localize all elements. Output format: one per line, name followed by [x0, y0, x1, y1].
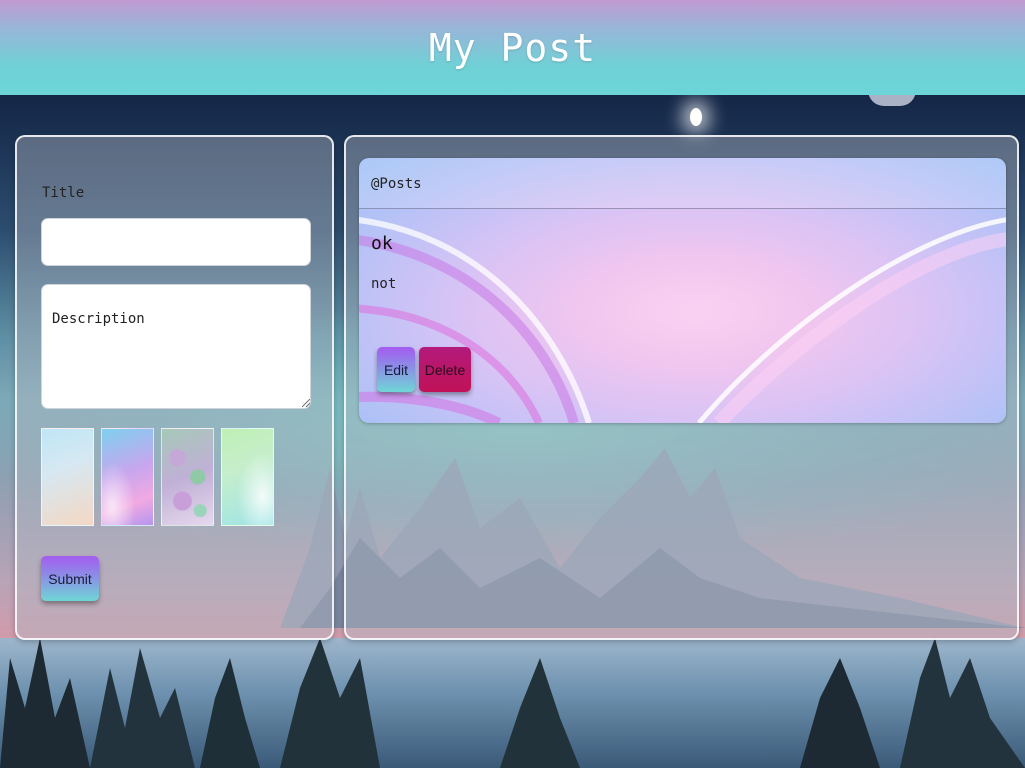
background-picker	[41, 428, 274, 526]
posts-header-label: @Posts	[371, 176, 422, 192]
edit-button[interactable]: Edit	[377, 347, 415, 392]
title-input[interactable]	[41, 218, 311, 266]
post-form-panel: Title Submit	[15, 135, 334, 640]
title-label: Title	[42, 185, 85, 201]
page-title: My Post	[428, 25, 597, 70]
delete-button[interactable]: Delete	[419, 347, 471, 392]
post-description: not	[371, 276, 397, 292]
posts-panel: @Posts ok not Edit Delete	[344, 135, 1019, 640]
background-option-3[interactable]	[161, 428, 214, 526]
post-card: @Posts ok not Edit Delete	[359, 158, 1006, 423]
submit-button[interactable]: Submit	[41, 556, 99, 601]
description-textarea[interactable]	[41, 284, 311, 409]
background-option-2[interactable]	[101, 428, 154, 526]
background-option-4[interactable]	[221, 428, 274, 526]
posts-header: @Posts	[359, 158, 1006, 209]
resize-grip-icon[interactable]	[302, 399, 310, 407]
moon-light	[690, 108, 702, 126]
post-title: ok	[371, 233, 393, 254]
app-header: My Post	[0, 0, 1025, 95]
background-option-1[interactable]	[41, 428, 94, 526]
